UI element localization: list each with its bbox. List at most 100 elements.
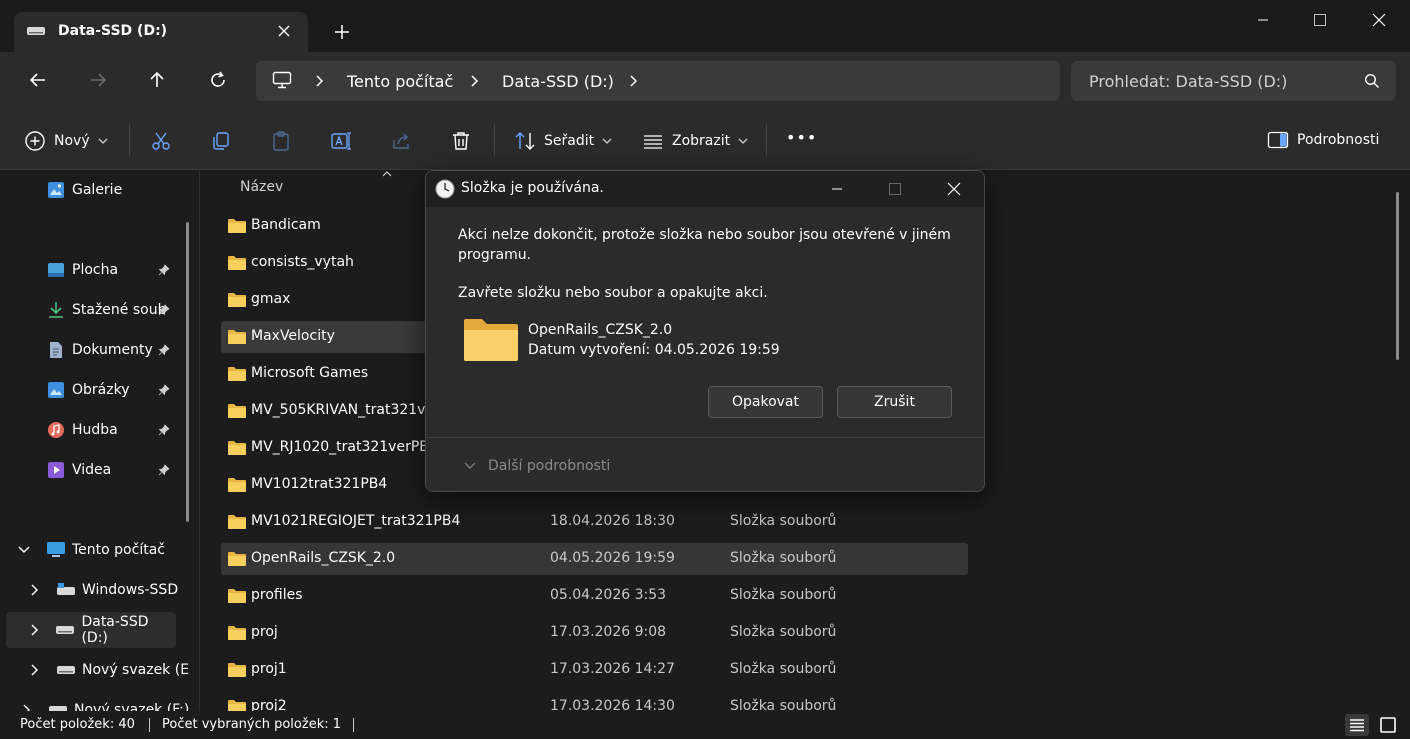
address-bar[interactable]: Tento počítač Data-SSD (D:) (256, 61, 1060, 101)
file-name: MV1012trat321PB4 (251, 476, 388, 492)
pin-icon[interactable] (158, 424, 170, 436)
sidebar-item-gallery[interactable]: Galerie (46, 172, 122, 208)
back-arrow-icon[interactable] (28, 70, 48, 90)
delete-icon[interactable] (450, 130, 472, 152)
table-row[interactable]: MV1021REGIOJET_trat321PB4 18.04.2026 18:… (221, 506, 968, 538)
gallery-icon (46, 180, 66, 200)
dialog-minimize-button[interactable] (822, 177, 852, 201)
copy-icon[interactable] (210, 130, 232, 152)
chevron-right-icon[interactable] (30, 584, 46, 596)
chevron-down-icon (98, 137, 108, 145)
close-window-button[interactable] (1356, 8, 1402, 32)
sidebar-item-windows-ssd[interactable]: Windows-SSD (30, 572, 178, 608)
navigation-bar: Tento počítač Data-SSD (D:) (0, 52, 1410, 110)
chevron-right-icon[interactable] (22, 704, 38, 711)
folder-icon (227, 662, 247, 678)
sidebar-item-label: Hudba (72, 422, 118, 438)
pin-icon[interactable] (158, 304, 170, 316)
file-type: Složka souborů (730, 550, 837, 566)
pin-icon[interactable] (158, 384, 170, 396)
navigation-pane: Galerie Plocha Stažené soub Dokumenty Ob… (0, 170, 200, 711)
sidebar-item-this-pc[interactable]: Tento počítač (18, 532, 165, 568)
pin-icon[interactable] (158, 464, 170, 476)
chevron-right-icon[interactable] (30, 624, 45, 636)
new-tab-button[interactable] (332, 22, 352, 42)
maximize-button[interactable] (1297, 8, 1343, 32)
sidebar-item-videos[interactable]: Videa (46, 452, 111, 488)
sidebar-item-music[interactable]: Hudba (46, 412, 118, 448)
details-view-icon[interactable] (1345, 714, 1369, 736)
list-view-icon (642, 130, 664, 152)
computer-icon (272, 71, 292, 89)
file-list-scrollbar[interactable] (1396, 192, 1399, 360)
dialog-title: Složka je používána. (461, 180, 604, 196)
rename-icon[interactable] (330, 130, 352, 152)
cancel-button[interactable]: Zrušit (837, 386, 952, 418)
dialog-instruction: Zavřete složku nebo soubor a opakujte ak… (458, 285, 768, 301)
column-header-name[interactable]: Název (240, 179, 283, 195)
chevron-right-icon[interactable] (30, 664, 46, 676)
folder-in-use-dialog: Složka je používána. Akci nelze dokončit… (425, 170, 985, 492)
forward-arrow-icon[interactable] (88, 70, 108, 90)
chevron-right-icon[interactable] (469, 74, 481, 88)
table-row[interactable]: proj1 17.03.2026 14:27 Složka souborů (221, 654, 968, 686)
sort-button[interactable]: Seřadit (514, 130, 612, 152)
file-name: Bandicam (251, 217, 321, 233)
sidebar-item-label: Galerie (72, 182, 123, 198)
plus-circle-icon (24, 130, 46, 152)
folder-icon (227, 366, 247, 382)
chevron-down-icon[interactable] (464, 461, 476, 471)
retry-button[interactable]: Opakovat (708, 386, 823, 418)
more-details-toggle[interactable]: Další podrobnosti (488, 458, 610, 474)
search-icon[interactable] (1364, 73, 1380, 89)
up-arrow-icon[interactable] (147, 70, 167, 90)
sidebar-item-downloads[interactable]: Stažené soub (46, 292, 166, 328)
chevron-right-icon[interactable] (314, 74, 326, 88)
file-name: MV_RJ1020_trat321verPB4 (251, 439, 438, 455)
dialog-maximize-button[interactable] (880, 177, 910, 201)
sidebar-item-pictures[interactable]: Obrázky (46, 372, 129, 408)
breadcrumb-this-pc[interactable]: Tento počítač (347, 72, 453, 91)
pin-icon[interactable] (158, 344, 170, 356)
file-date: 17.03.2026 14:30 (550, 698, 675, 711)
sidebar-item-data-ssd[interactable]: Data-SSD (D:) (6, 612, 176, 648)
search-input[interactable] (1071, 61, 1361, 101)
chevron-down-icon[interactable] (18, 545, 34, 555)
new-button[interactable]: Nový (24, 130, 108, 152)
pin-icon[interactable] (158, 264, 170, 276)
sidebar-item-new-volume-f[interactable]: Nový svazek (F:) (22, 692, 189, 711)
sidebar-scrollbar[interactable] (186, 222, 189, 522)
chevron-right-icon[interactable] (628, 74, 640, 88)
file-type: Složka souborů (730, 661, 837, 677)
toolbar-divider (129, 124, 130, 156)
sidebar-item-desktop[interactable]: Plocha (46, 252, 118, 288)
refresh-icon[interactable] (208, 70, 228, 90)
command-bar: Nový Seřadit Zobrazit ••• Podrobnosti (0, 110, 1410, 170)
sidebar-item-label: Tento počítač (72, 542, 165, 558)
dialog-close-button[interactable] (939, 177, 969, 201)
item-count: Počet položek: 40 (20, 717, 135, 732)
table-row[interactable]: profiles 05.04.2026 3:53 Složka souborů (221, 580, 968, 612)
minimize-button[interactable] (1240, 8, 1286, 32)
table-row[interactable]: proj 17.03.2026 9:08 Složka souborů (221, 617, 968, 649)
table-row[interactable]: OpenRails_CZSK_2.0 04.05.2026 19:59 Slož… (221, 543, 968, 575)
details-pane-button[interactable]: Podrobnosti (1267, 130, 1379, 150)
folder-icon (227, 329, 247, 345)
tab-data-ssd[interactable]: Data-SSD (D:) (14, 12, 308, 52)
more-options-icon[interactable]: ••• (786, 128, 817, 147)
file-name: proj2 (251, 698, 287, 711)
sidebar-item-documents[interactable]: Dokumenty (46, 332, 153, 368)
tiles-view-icon[interactable] (1376, 714, 1400, 736)
search-box[interactable] (1071, 61, 1396, 101)
drive-icon (56, 660, 76, 680)
share-icon[interactable] (390, 130, 412, 152)
close-icon[interactable] (276, 23, 292, 39)
table-row[interactable]: proj2 17.03.2026 14:30 Složka souborů (221, 691, 968, 711)
view-button[interactable]: Zobrazit (642, 130, 748, 152)
cut-icon[interactable] (150, 130, 172, 152)
paste-icon[interactable] (270, 130, 292, 152)
file-name: OpenRails_CZSK_2.0 (251, 550, 396, 566)
breadcrumb-data-ssd[interactable]: Data-SSD (D:) (502, 72, 614, 91)
file-name: consists_vytah (251, 254, 354, 270)
sidebar-item-new-volume-e[interactable]: Nový svazek (E (30, 652, 189, 688)
